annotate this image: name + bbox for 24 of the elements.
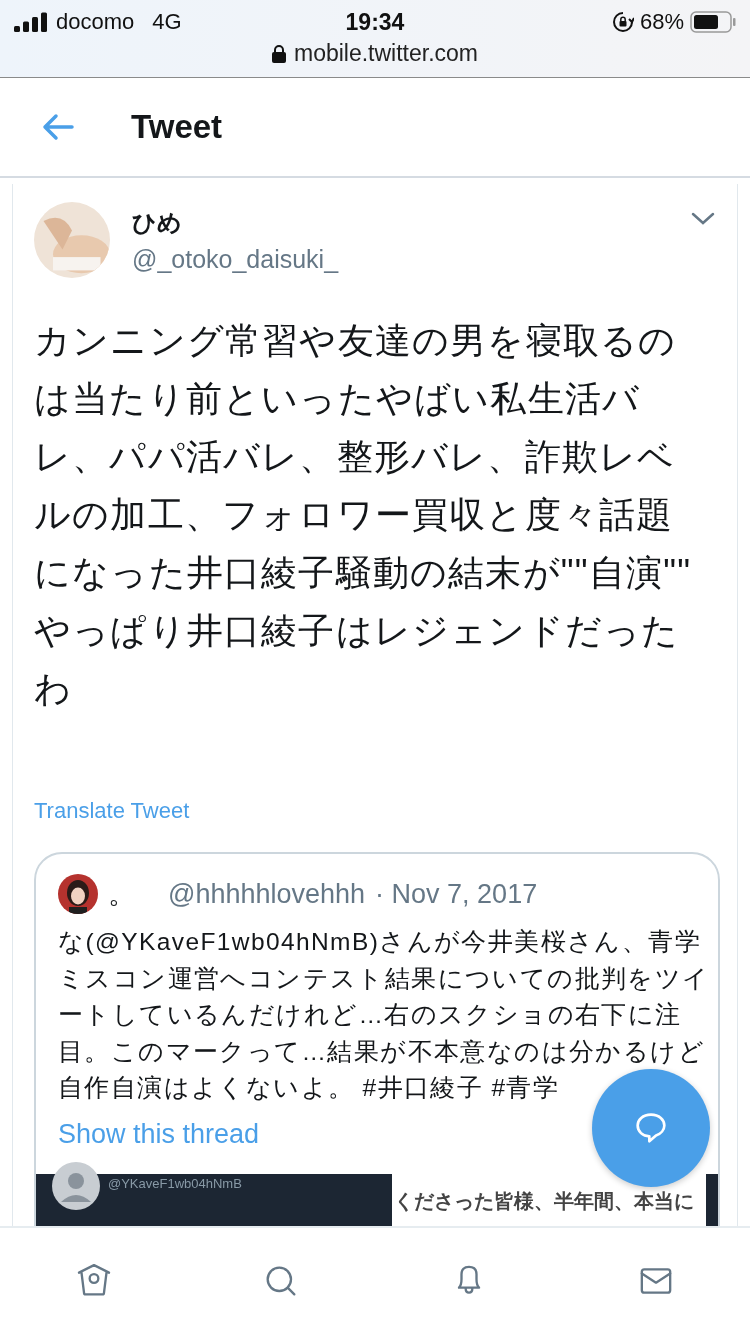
user-handle: @_otoko_daisuki_ xyxy=(132,244,340,274)
quoted-text: な(@YKaveF1wb04hNmB)さんが今井美桜さん、青学ミスコン運営へコンテスト結果についての批判をツイートしているんだけれど…右のスクショの右下に注目。このマークって…結果が不本意なのは分かるけど自作自演はよくないよ。 #井口綾子 #青学 xyxy=(57,927,711,1103)
avatar-placeholder-icon xyxy=(52,1161,100,1210)
tweet-text: カンニング常習や友達の男を寝取るのは当たり前といったやばい私生活バレ、パパ活バレ、整形バレ、詐欺レベルの加工、フォロワー買収と度々話題になった井口綾子騒動の結末が""自演"" やっぱり井口綾子はレジェンドだったわ xyxy=(34,319,693,711)
quoted-date: · Nov 7, 2017 xyxy=(375,878,538,910)
quoted-handle: @hhhhhlovehhh xyxy=(168,878,366,910)
quoted-user-name: 。 xyxy=(108,877,136,911)
show-thread-link[interactable]: Show this thread xyxy=(58,1118,260,1150)
caret-icon xyxy=(690,210,716,227)
signal-icon xyxy=(14,12,48,32)
lock-icon xyxy=(271,44,286,63)
battery-percent: 68% xyxy=(639,9,684,35)
screenshot-handle: @YKaveF1wb04hNmB xyxy=(108,1175,242,1191)
user-name: ひめ xyxy=(132,207,183,238)
page-title: Tweet xyxy=(131,108,223,146)
carrier-name: docomo xyxy=(56,9,135,35)
network-type: 4G xyxy=(152,9,182,35)
reply-button[interactable] xyxy=(592,1069,710,1187)
back-arrow-icon xyxy=(41,113,75,141)
clock-time: 19:34 xyxy=(345,8,405,36)
battery-icon xyxy=(690,11,736,33)
translate-link[interactable]: Translate Tweet xyxy=(34,798,190,824)
url-text[interactable]: mobile.twitter.com xyxy=(293,40,479,67)
rotation-lock-icon xyxy=(611,11,634,33)
